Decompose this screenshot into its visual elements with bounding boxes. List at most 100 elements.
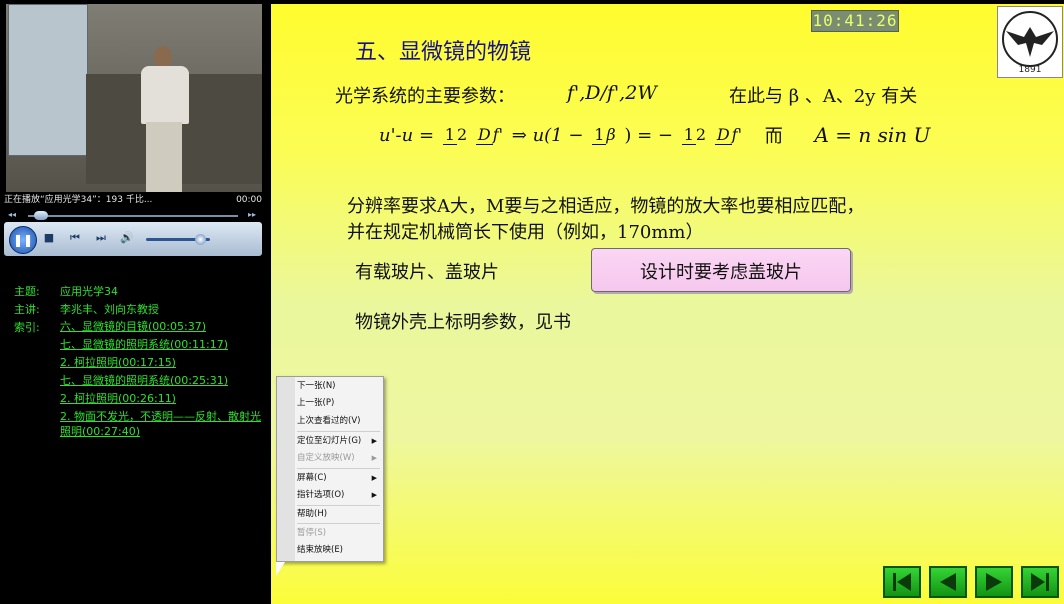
menu-item-label: 暂停(S) [297, 528, 327, 538]
submenu-arrow-icon: ▶ [371, 454, 377, 462]
menu-item-label: 上次查看过的(V) [297, 416, 361, 426]
formula-fraction: 1β [592, 125, 616, 145]
pause-icon[interactable]: ❚❚ [9, 226, 37, 254]
params-math: f',D/f',2W [567, 82, 657, 104]
submenu-arrow-icon: ▶ [371, 491, 377, 499]
menu-item-label: 定位至幻灯片(G) [297, 436, 362, 446]
menu-item-label: 帮助(H) [297, 509, 328, 519]
previous-slide-button[interactable] [929, 566, 967, 598]
video-lecturer-legs [146, 122, 182, 192]
formula-numerator: 1 [681, 125, 696, 145]
seek-bar[interactable]: ◂◂ ▸▸ [4, 210, 262, 222]
menu-item-next[interactable]: 下一张(N) [297, 379, 377, 393]
resolution-line-2: 并在规定机械筒长下使用（例如，170mm） [347, 222, 704, 243]
university-logo: 1891 [997, 6, 1063, 78]
video-frame[interactable] [6, 4, 262, 192]
subject-value: 应用光学34 [60, 285, 118, 298]
index-link[interactable]: 2. 柯拉照明(00:26:11) [60, 391, 264, 406]
lecturer-label: 主讲: [14, 303, 40, 316]
player-status-bar: 正在播放“应用光学34”：193 千比... 00:00 [4, 193, 264, 207]
logo-year: 1891 [1018, 65, 1042, 75]
formula-numerator: 1 [592, 125, 607, 145]
previous-icon[interactable]: ⏮ [68, 231, 82, 245]
formula-fraction: Df' [714, 125, 742, 145]
index-row: 索引: 六、显微镜的目镜(00:05:37) 七、显微镜的照明系统(00:11:… [14, 319, 264, 442]
first-slide-button[interactable] [883, 566, 921, 598]
formula-denominator: 2 [695, 125, 707, 144]
subject-label: 主题: [14, 285, 40, 298]
next-slide-icon [986, 573, 1002, 591]
note-text: 设计时要考虑盖玻片 [640, 262, 802, 283]
formula-fraction: 12 [442, 125, 467, 145]
last-slide-button[interactable] [1021, 566, 1059, 598]
menu-separator [297, 431, 380, 432]
formula-denominator: f' [492, 125, 504, 144]
subject-row: 主题: 应用光学34 [14, 283, 264, 301]
menu-item-help[interactable]: 帮助(H) [297, 507, 377, 521]
seek-thumb[interactable] [33, 211, 48, 220]
menu-item-previous[interactable]: 上一张(P) [297, 396, 377, 410]
formula-denominator: β [606, 125, 616, 144]
menu-item-label: 结束放映(E) [297, 545, 344, 555]
video-lecturer-body [141, 66, 189, 124]
index-link[interactable]: 2. 物面不发光，不透明——反射、散射光照明(00:27:40) [60, 409, 264, 439]
formula-numerator: 1 [442, 125, 457, 145]
index-list: 六、显微镜的目镜(00:05:37) 七、显微镜的照明系统(00:11:17) … [60, 319, 264, 442]
submenu-arrow-icon: ▶ [371, 474, 377, 482]
index-link[interactable]: 六、显微镜的目镜(00:05:37) [60, 319, 264, 334]
volume-thumb[interactable] [195, 234, 207, 245]
lecturer-row: 主讲: 李兆丰、刘向东教授 [14, 301, 264, 319]
index-link[interactable]: 七、显微镜的照明系统(00:11:17) [60, 337, 264, 352]
media-player-panel: 正在播放“应用光学34”：193 千比... 00:00 ◂◂ ▸▸ ❚❚ ■ … [0, 0, 266, 604]
slideshow-context-menu: 下一张(N) 上一张(P) 上次查看过的(V) 定位至幻灯片(G) ▶ 自定义放映… [276, 376, 384, 562]
index-label: 索引: [14, 321, 40, 334]
eagle-emblem-icon [1002, 11, 1058, 67]
related-text: 在此与 β 、A、2y 有关 [729, 86, 918, 107]
menu-separator [297, 505, 380, 506]
menu-item-pause: 暂停(S) [297, 526, 377, 540]
volume-icon[interactable]: 🔊 [120, 231, 134, 245]
cover-glass-text: 有载玻片、盖玻片 [355, 262, 499, 283]
menu-item-custom-show: 自定义放映(W) ▶ [297, 451, 377, 465]
formula-numerator: D [714, 125, 732, 145]
last-slide-icon [1031, 573, 1049, 591]
note-callout: 设计时要考虑盖玻片 [591, 248, 851, 292]
menu-item-label: 下一张(N) [297, 381, 336, 391]
slide-canvas[interactable]: 10:41:26 1891 五、显微镜的物镜 光学系统的主要参数： f',D/f… [271, 4, 1064, 604]
resolution-line-1: 分辨率要求A大，M要与之相适应，物镜的放大率也要相应匹配， [347, 196, 865, 217]
formula-conjunction: 而 [764, 126, 783, 147]
rewind-icon[interactable]: ◂◂ [8, 210, 16, 219]
lecture-info: 主题: 应用光学34 主讲: 李兆丰、刘向东教授 索引: 六、显微镜的目镜(00… [14, 283, 264, 442]
video-lecturer-head [154, 46, 172, 68]
formula-fraction: 12 [681, 125, 707, 145]
formula-lhs: u'-u = [379, 124, 435, 146]
mouse-cursor-icon [276, 562, 285, 576]
menu-item-label: 指针选项(O) [297, 490, 345, 500]
lecturer-value: 李兆丰、刘向东教授 [60, 303, 159, 316]
slide-navigation [883, 566, 1063, 600]
next-icon[interactable]: ⏭ [94, 231, 108, 245]
menu-item-label: 上一张(P) [297, 398, 335, 408]
formula-fraction: Df' [475, 125, 504, 145]
previous-slide-icon [940, 573, 956, 591]
menu-item-last-viewed[interactable]: 上次查看过的(V) [297, 414, 377, 428]
menu-item-end-show[interactable]: 结束放映(E) [297, 543, 377, 557]
marked-params-text: 物镜外壳上标明参数，见书 [355, 312, 571, 333]
next-slide-button[interactable] [975, 566, 1013, 598]
seek-track[interactable] [28, 215, 238, 217]
menu-item-go-to-slide[interactable]: 定位至幻灯片(G) ▶ [297, 434, 377, 448]
formula-arrow: ⇒ u(1 − [511, 124, 584, 146]
stop-icon[interactable]: ■ [42, 231, 56, 245]
fast-forward-icon[interactable]: ▸▸ [248, 210, 256, 219]
menu-item-pointer-options[interactable]: 指针选项(O) ▶ [297, 488, 377, 502]
formula-numerator: D [475, 125, 493, 145]
formula: u'-u = 12 Df' ⇒ u(1 − 1β ) = − 12 Df' 而 … [379, 122, 933, 178]
index-link[interactable]: 七、显微镜的照明系统(00:25:31) [60, 373, 264, 388]
elapsed-time: 00:00 [236, 195, 262, 205]
menu-separator [297, 523, 380, 524]
formula-mid: ) = − [624, 124, 673, 146]
menu-item-screen[interactable]: 屏幕(C) ▶ [297, 471, 377, 485]
clock-display: 10:41:26 [811, 10, 899, 32]
menu-icon-strip [277, 377, 295, 561]
index-link[interactable]: 2. 柯拉照明(00:17:15) [60, 355, 264, 370]
